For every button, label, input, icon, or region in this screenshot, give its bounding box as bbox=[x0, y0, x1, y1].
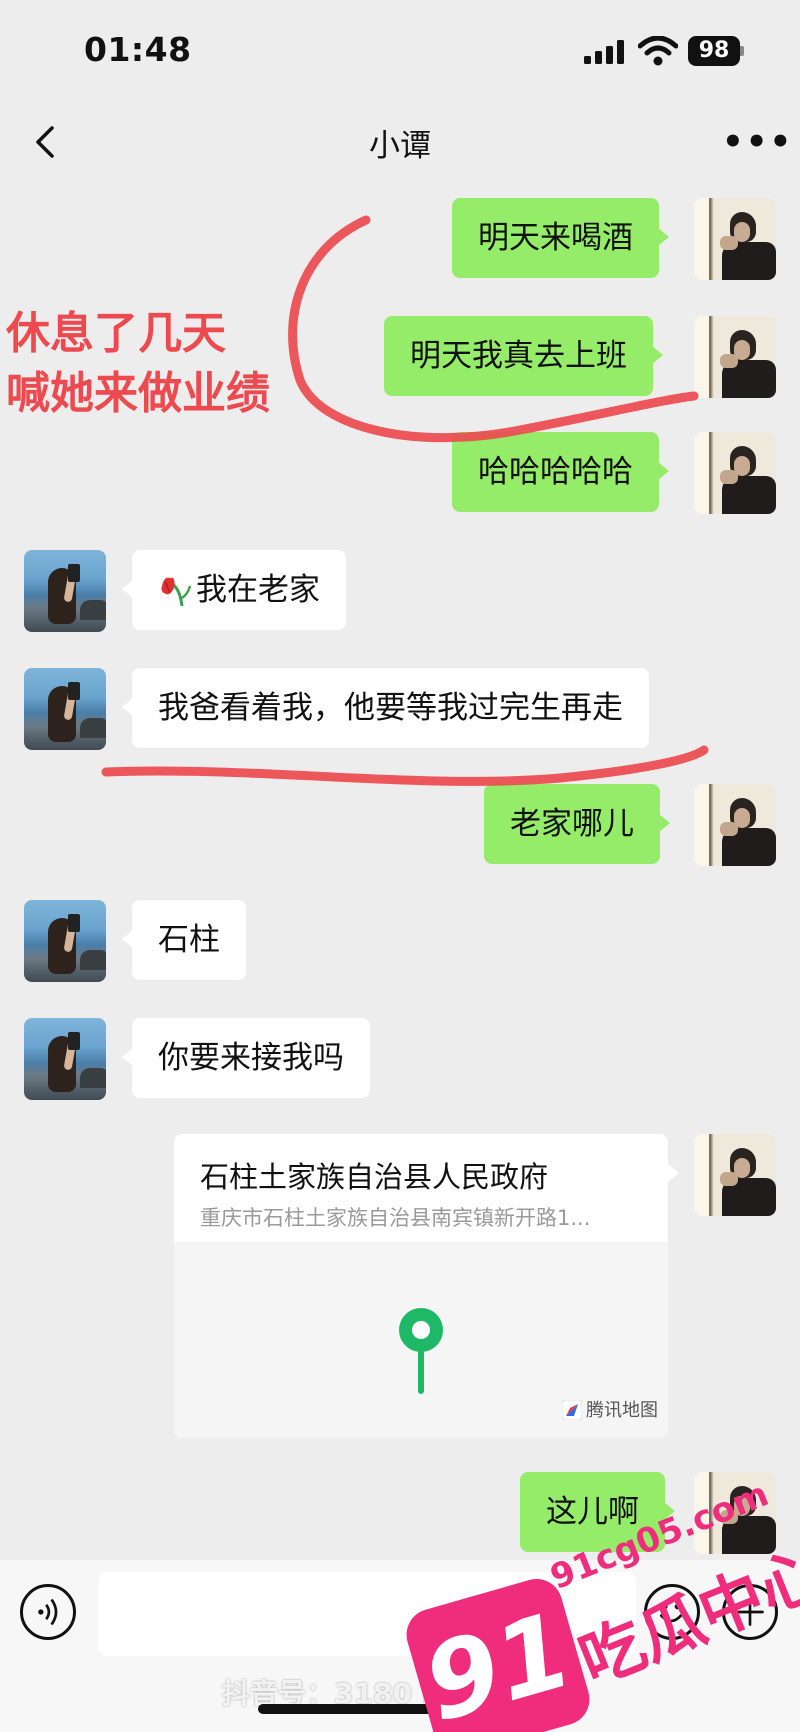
message-bubble-incoming[interactable]: 你要来接我吗 bbox=[122, 1018, 370, 1098]
message-bubble-incoming[interactable]: 我在老家 bbox=[122, 550, 346, 630]
avatar-self[interactable] bbox=[694, 432, 776, 514]
map-pin-icon bbox=[399, 1308, 443, 1394]
avatar-contact[interactable] bbox=[24, 550, 106, 632]
status-bar: 01:48 98 bbox=[0, 0, 800, 100]
message-text: 我在老家 bbox=[196, 572, 320, 608]
avatar-self[interactable] bbox=[694, 198, 776, 280]
annotation-scribble bbox=[101, 215, 709, 786]
location-name: 石柱土家族自治县人民政府 bbox=[200, 1160, 549, 1194]
chat-title: 小谭 bbox=[369, 128, 431, 164]
status-time: 01:48 bbox=[84, 30, 192, 69]
avatar-self[interactable] bbox=[694, 1134, 776, 1216]
location-card[interactable]: 石柱土家族自治县人民政府 重庆市石柱土家族自治县南宾镇新开路1... 腾讯地图 bbox=[174, 1134, 668, 1438]
message-bubble-incoming[interactable]: 我爸看着我，他要等我过完生再走 bbox=[122, 668, 649, 748]
more-options-icon[interactable]: ••• bbox=[722, 120, 791, 164]
map-brand: 腾讯地图 bbox=[562, 1396, 658, 1422]
battery-level: 98 bbox=[688, 36, 740, 66]
voice-input-icon[interactable] bbox=[20, 1584, 76, 1640]
annotation-text: 休息了几天 喊她来做业绩 bbox=[6, 308, 270, 419]
back-icon[interactable] bbox=[30, 122, 60, 162]
message-bubble-outgoing[interactable]: 明天来喝酒 bbox=[452, 198, 669, 278]
avatar-contact[interactable] bbox=[24, 668, 106, 750]
wilted-flower-icon bbox=[161, 577, 192, 607]
avatar-contact[interactable] bbox=[24, 1018, 106, 1100]
message-bubble-outgoing[interactable]: 老家哪儿 bbox=[484, 784, 670, 864]
cellular-signal-icon bbox=[584, 40, 624, 64]
chat-header: 小谭 ••• bbox=[0, 100, 800, 184]
avatar-self[interactable] bbox=[694, 784, 776, 866]
message-bubble-outgoing[interactable]: 明天我真去上班 bbox=[384, 316, 663, 396]
location-address: 重庆市石柱土家族自治县南宾镇新开路1... bbox=[200, 1206, 591, 1230]
battery-icon: 98 bbox=[688, 36, 744, 66]
message-bubble-outgoing[interactable]: 哈哈哈哈哈 bbox=[452, 432, 669, 512]
wifi-icon bbox=[638, 36, 678, 66]
avatar-self[interactable] bbox=[694, 316, 776, 398]
avatar-contact[interactable] bbox=[24, 900, 106, 982]
tencent-map-logo-icon bbox=[562, 1400, 582, 1420]
message-bubble-incoming[interactable]: 石柱 bbox=[122, 900, 246, 980]
